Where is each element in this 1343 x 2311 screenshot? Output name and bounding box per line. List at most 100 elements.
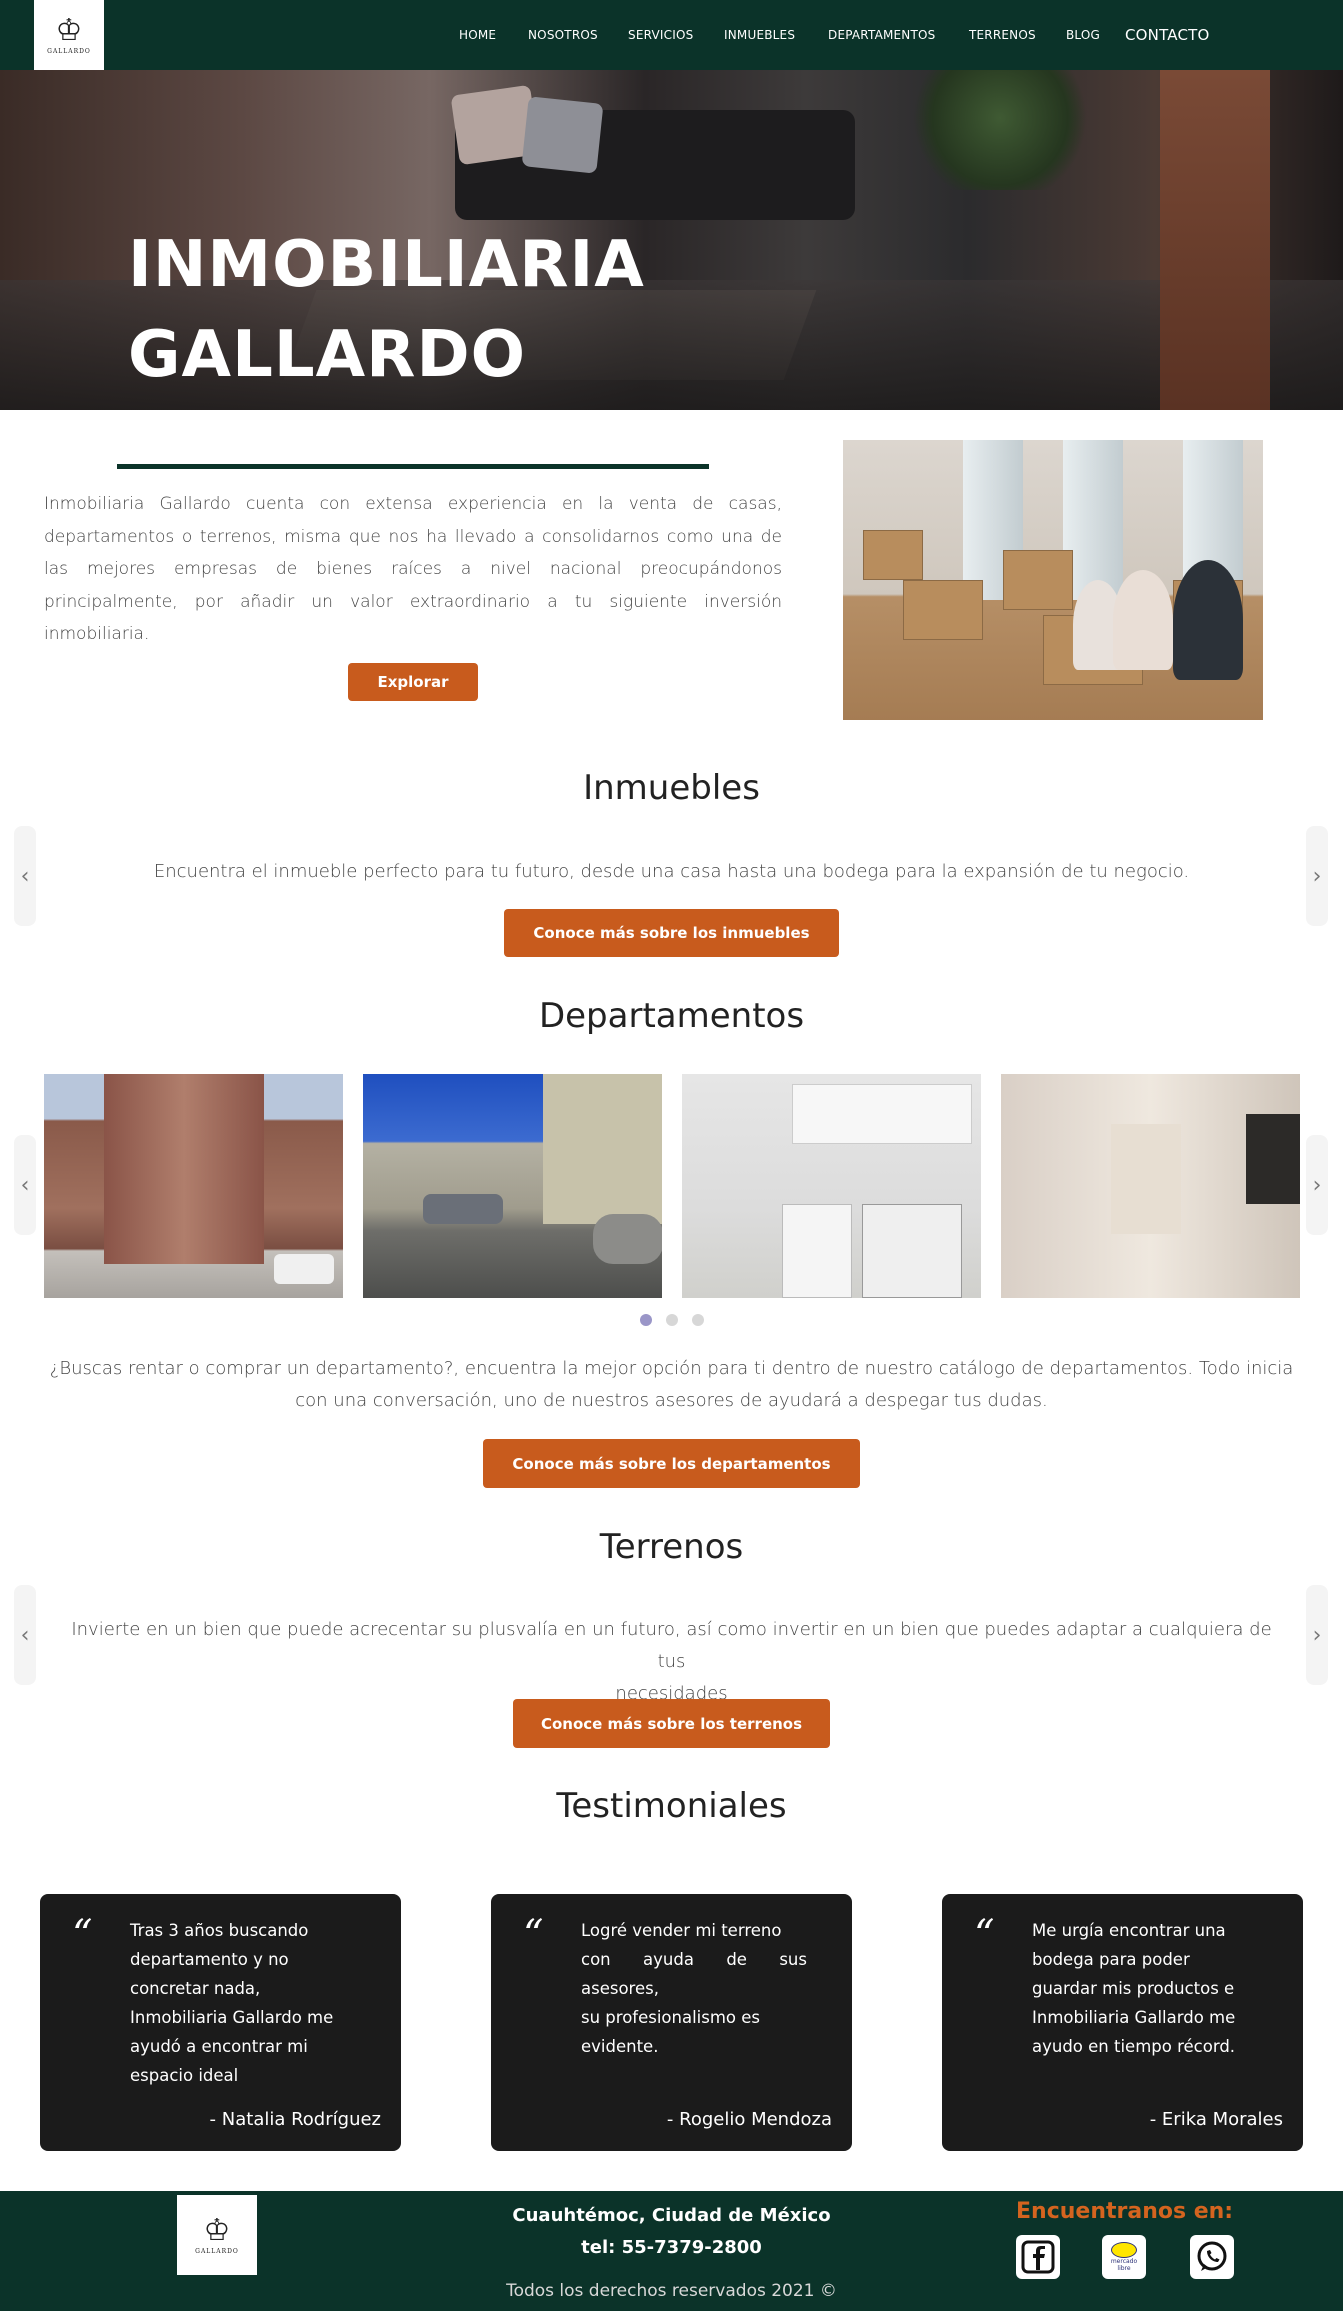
box-shape	[903, 580, 983, 640]
nav-item-blog[interactable]: BLOG	[1066, 0, 1100, 70]
gallery-photo-building[interactable]	[44, 1074, 343, 1298]
terrenos-description-line1: Invierte en un bien que puede acrecentar…	[71, 1619, 1272, 1672]
chevron-left-icon: ‹	[20, 1172, 30, 1198]
nav-link-contacto[interactable]: CONTACTO	[1125, 26, 1210, 44]
gallery-next-arrow[interactable]: ›	[1306, 1135, 1328, 1235]
intro-paragraph: Inmobiliaria Gallardo cuenta con extensa…	[44, 494, 782, 644]
nav-link-servicios[interactable]: SERVICIOS	[628, 28, 693, 42]
inmuebles-description: Encuentra el inmueble perfecto para tu f…	[153, 861, 1190, 882]
chevron-right-icon: ›	[1312, 1622, 1322, 1648]
box-shape	[1003, 550, 1073, 610]
terrenos-prev-arrow[interactable]: ‹	[14, 1585, 36, 1685]
nav-link-departamentos[interactable]: DEPARTAMENTOS	[828, 28, 935, 42]
quote-icon: “	[974, 1912, 995, 1958]
nav-item-departamentos[interactable]: DEPARTAMENTOS	[828, 0, 935, 70]
testimonial-line: Logré vender mi terreno	[581, 1921, 782, 1940]
nav-item-terrenos[interactable]: TERRENOS	[969, 0, 1036, 70]
testimonial-author: - Erika Morales	[1149, 2109, 1283, 2130]
testimonial-line: Inmobiliaria Gallardo me	[130, 2008, 334, 2027]
car-shape	[593, 1214, 662, 1264]
testimonial-card: “ Me urgía encontrar una bodega para pod…	[942, 1894, 1303, 2151]
departamentos-description-line2: con una conversación, uno de nuestros as…	[295, 1390, 1048, 1411]
pagination-dot[interactable]	[639, 1314, 652, 1326]
logo-text: GALLARDO	[47, 47, 91, 55]
testimonial-text: Me urgía encontrar una bodega para poder…	[1032, 1916, 1258, 2061]
testimonial-line: espacio ideal	[130, 2066, 239, 2085]
testimonial-line: evidente.	[581, 2037, 659, 2056]
nav-item-nosotros[interactable]: NOSOTROS	[528, 0, 598, 70]
departamentos-description: ¿Buscas rentar o comprar un departamento…	[44, 1353, 1299, 1417]
chevron-left-icon: ‹	[20, 863, 30, 889]
nav-link-blog[interactable]: BLOG	[1066, 28, 1100, 42]
testimonial-line: Inmobiliaria Gallardo me	[1032, 2008, 1236, 2027]
inmuebles-next-arrow[interactable]: ›	[1306, 826, 1328, 926]
testimonial-line: ayudo en tiempo récord.	[1032, 2037, 1236, 2056]
family-moving-image	[843, 440, 1263, 720]
chevron-right-icon: ›	[1312, 1172, 1322, 1198]
nav-item-contacto[interactable]: CONTACTO	[1125, 0, 1210, 70]
cabinet-shape	[782, 1204, 852, 1298]
hero-plant-shape	[900, 70, 1100, 190]
testimonial-line: Me urgía encontrar una	[1032, 1921, 1226, 1940]
nav-link-nosotros[interactable]: NOSOTROS	[528, 28, 598, 42]
mercadolibre-icon[interactable]: mercado libre	[1102, 2235, 1146, 2279]
testimonial-text: Tras 3 años buscando departamento y no c…	[130, 1916, 356, 2090]
testimonial-line: departamento y no	[130, 1950, 289, 1969]
testimonial-card: “ Logré vender mi terreno con ayuda de s…	[491, 1894, 852, 2151]
nav-item-inmuebles[interactable]: INMUEBLES	[724, 0, 795, 70]
explore-button[interactable]: Explorar	[348, 663, 478, 701]
site-footer: ♔ GALLARDO Cuauhtémoc, Ciudad de México …	[0, 2191, 1343, 2311]
terrenos-next-arrow[interactable]: ›	[1306, 1585, 1328, 1685]
pagination-dot[interactable]	[691, 1314, 704, 1326]
gallery-photo-kitchen[interactable]	[682, 1074, 981, 1298]
nav-link-inmuebles[interactable]: INMUEBLES	[724, 28, 795, 42]
inmuebles-prev-arrow[interactable]: ‹	[14, 826, 36, 926]
hero-title-line2: GALLARDO	[128, 318, 526, 392]
nav-item-home[interactable]: HOME	[459, 0, 496, 70]
departamentos-more-button[interactable]: Conoce más sobre los departamentos	[483, 1439, 860, 1488]
terrenos-description: Invierte en un bien que puede acrecentar…	[60, 1614, 1283, 1710]
gallery-prev-arrow[interactable]: ‹	[14, 1135, 36, 1235]
testimonial-line: guardar mis productos e	[1032, 1979, 1235, 1998]
section-divider	[117, 464, 709, 469]
testimonial-line: Tras 3 años buscando	[130, 1921, 309, 1940]
testimonial-author: - Natalia Rodríguez	[209, 2109, 381, 2130]
hero-banner: INMOBILIARIA GALLARDO	[0, 70, 1343, 410]
gallery-photo-hallway[interactable]	[1001, 1074, 1300, 1298]
testimonial-text: Logré vender mi terreno con ayuda de sus…	[581, 1916, 807, 2061]
pagination-dot[interactable]	[665, 1314, 678, 1326]
person-shape	[1173, 560, 1243, 680]
testimonial-line: su profesionalismo es	[581, 2008, 761, 2027]
testimonial-line: ayudó a encontrar mi	[130, 2037, 308, 2056]
testimonial-line: concretar nada,	[130, 1979, 261, 1998]
hero-title: INMOBILIARIA GALLARDO	[128, 220, 645, 400]
inmuebles-more-button[interactable]: Conoce más sobre los inmuebles	[504, 909, 839, 957]
chevron-right-icon: ›	[1312, 863, 1322, 889]
footer-social-title: Encuentranos en:	[1016, 2199, 1234, 2224]
testimonial-line: bodega para poder	[1032, 1950, 1190, 1969]
terrenos-heading: Terrenos	[599, 1527, 744, 1567]
site-logo[interactable]: ♔ GALLARDO	[34, 0, 104, 70]
crest-icon: ♔	[55, 12, 83, 48]
top-navigation-bar: ♔ GALLARDO HOME NOSOTROS SERVICIOS INMUE…	[0, 0, 1343, 70]
nav-link-terrenos[interactable]: TERRENOS	[969, 28, 1036, 42]
departamentos-heading: Departamentos	[538, 996, 805, 1036]
mercadolibre-label: mercado libre	[1110, 2258, 1138, 2272]
whatsapp-icon[interactable]	[1190, 2235, 1234, 2279]
car-shape	[423, 1194, 503, 1224]
quote-icon: “	[523, 1912, 544, 1958]
nav-item-servicios[interactable]: SERVICIOS	[628, 0, 693, 70]
facebook-icon[interactable]	[1016, 2235, 1060, 2279]
box-shape	[863, 530, 923, 580]
handshake-shape	[1111, 2242, 1137, 2258]
departamentos-description-line1: ¿Buscas rentar o comprar un departamento…	[49, 1358, 1294, 1379]
gallery-photo-parking[interactable]	[363, 1074, 662, 1298]
terrenos-more-button[interactable]: Conoce más sobre los terrenos	[513, 1699, 830, 1748]
car-shape	[274, 1254, 334, 1284]
person-shape	[1113, 570, 1173, 670]
nav-link-home[interactable]: HOME	[459, 28, 496, 42]
cabinet-shape	[792, 1084, 972, 1144]
building-shape	[543, 1074, 662, 1224]
inmuebles-heading: Inmuebles	[583, 768, 760, 808]
hero-pillow-shape	[521, 96, 604, 174]
